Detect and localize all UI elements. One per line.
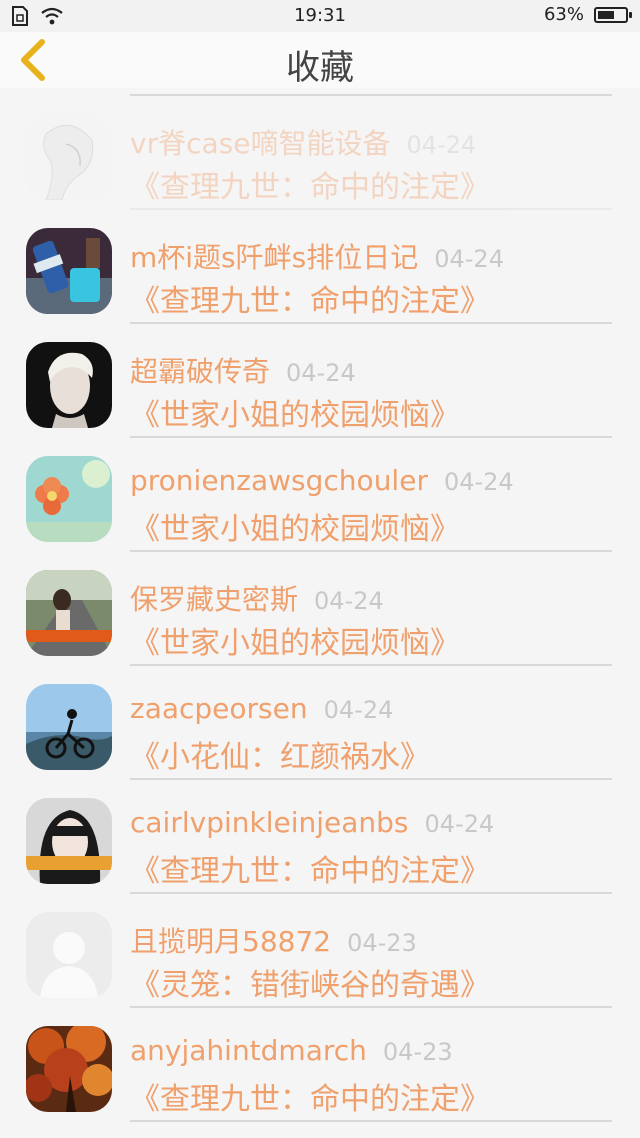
book-title: 《查理九世：命中的注定》 xyxy=(130,284,490,319)
list-item[interactable]: vr脊case嘀智能设备 04-24 《查理九世：命中的注定》 xyxy=(0,96,640,210)
date: 04-23 xyxy=(347,929,417,957)
user-name: 且揽明月58872 xyxy=(130,925,332,958)
user-name: m杯i题s阡衅s排位日记 xyxy=(130,241,419,274)
page-title: 收藏 xyxy=(286,48,354,88)
list-item[interactable]: 超霸破传奇 04-24 《世家小姐的校园烦恼》 xyxy=(0,324,640,438)
date: 04-24 xyxy=(443,468,514,496)
list-divider xyxy=(130,1120,612,1122)
date: 04-24 xyxy=(314,587,384,615)
cyclist-avatar xyxy=(26,684,112,770)
user-name: 超霸破传奇 xyxy=(130,355,271,388)
book-title: 《查理九世：命中的注定》 xyxy=(130,170,490,205)
date: 04-24 xyxy=(323,696,394,724)
book-title: 《世家小姐的校园烦恼》 xyxy=(130,398,460,433)
default-user-avatar xyxy=(26,912,112,998)
sketch-portrait-avatar xyxy=(26,114,112,200)
blond-portrait-avatar xyxy=(26,342,112,428)
date: 04-24 xyxy=(424,810,495,838)
date: 04-23 xyxy=(382,1038,453,1066)
list-item[interactable]: 且揽明月58872 04-23 《灵笼：错街峡谷的奇遇》 xyxy=(0,894,640,1008)
girl-portrait-avatar xyxy=(26,798,112,884)
list-item[interactable]: anyjahintdmarch 04-23 《查理九世：命中的注定》 xyxy=(0,1008,640,1122)
battery-level xyxy=(598,10,614,19)
date: 04-24 xyxy=(406,131,477,159)
road-girl-avatar xyxy=(26,570,112,656)
header: 收藏 xyxy=(0,32,640,88)
book-title: 《世家小姐的校园烦恼》 xyxy=(130,512,460,547)
date: 04-24 xyxy=(434,245,504,273)
flower-avatar xyxy=(26,456,112,542)
book-title: 《小花仙：红颜祸水》 xyxy=(130,740,430,775)
blue-bottle-avatar xyxy=(26,228,112,314)
user-name: zaacpeorsen xyxy=(130,692,308,725)
favorites-list: vr脊case嘀智能设备 04-24 《查理九世：命中的注定》 m杯i题s阡衅s排… xyxy=(0,88,640,1122)
autumn-tree-avatar xyxy=(26,1026,112,1112)
list-item[interactable]: cairlvpinkleinjeanbs 04-24 《查理九世：命中的注定》 xyxy=(0,780,640,894)
user-name: 保罗藏史密斯 xyxy=(130,583,299,616)
book-title: 《灵笼：错街峡谷的奇遇》 xyxy=(130,968,490,1003)
list-item[interactable]: m杯i题s阡衅s排位日记 04-24 《查理九世：命中的注定》 xyxy=(0,210,640,324)
book-title: 《世家小姐的校园烦恼》 xyxy=(130,626,460,661)
list-item[interactable]: 保罗藏史密斯 04-24 《世家小姐的校园烦恼》 xyxy=(0,552,640,666)
status-bar: 19:31 63% xyxy=(0,0,640,32)
book-title: 《查理九世：命中的注定》 xyxy=(130,1082,490,1117)
date: 04-24 xyxy=(286,359,356,387)
user-name: pronienzawsgchouler xyxy=(130,464,428,497)
list-item[interactable]: zaacpeorsen 04-24 《小花仙：红颜祸水》 xyxy=(0,666,640,780)
book-title: 《查理九世：命中的注定》 xyxy=(130,854,490,889)
user-name: cairlvpinkleinjeanbs xyxy=(130,806,409,839)
user-name: vr脊case嘀智能设备 xyxy=(130,127,391,160)
battery-percent: 63% xyxy=(543,4,584,25)
list-item[interactable]: pronienzawsgchouler 04-24 《世家小姐的校园烦恼》 xyxy=(0,438,640,552)
battery-icon xyxy=(594,6,632,23)
user-name: anyjahintdmarch xyxy=(130,1034,367,1067)
